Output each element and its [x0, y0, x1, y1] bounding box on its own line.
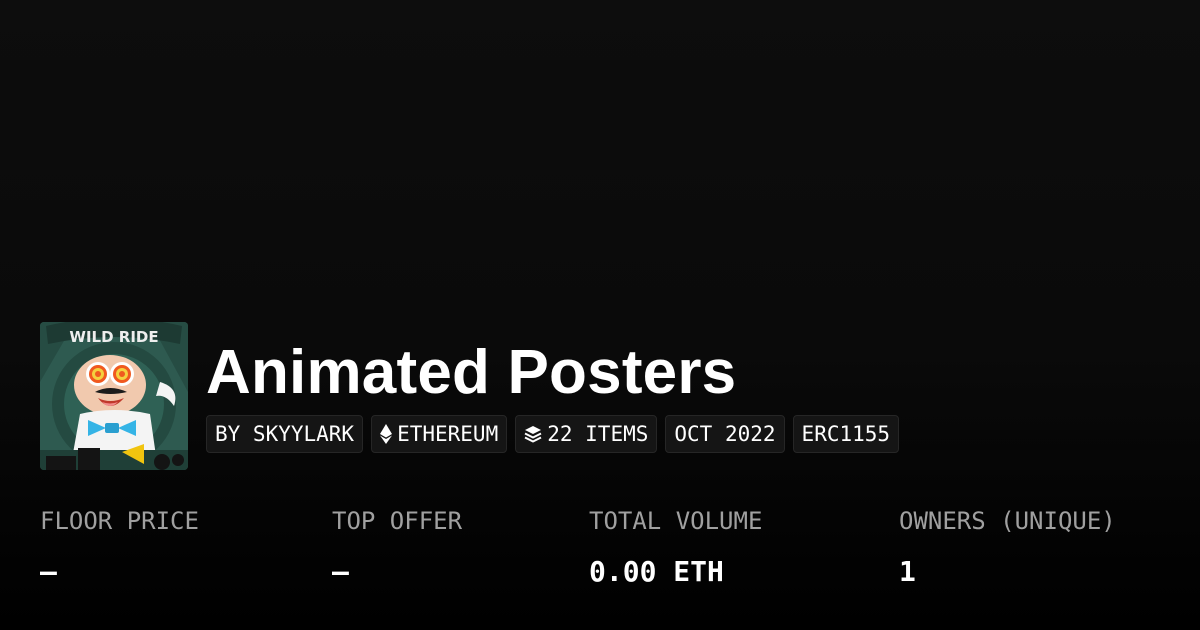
date-chip: OCT 2022 — [665, 415, 785, 453]
date-chip-label: OCT 2022 — [674, 422, 776, 446]
svg-text:WILD RIDE: WILD RIDE — [69, 328, 158, 346]
chain-chip: ETHEREUM — [371, 415, 508, 453]
top-offer-label: TOP OFFER — [332, 507, 463, 535]
standard-chip-label: ERC1155 — [801, 422, 891, 446]
floor-price-label: FLOOR PRICE — [40, 507, 199, 535]
page: { "collection": { "title": "Animated Pos… — [0, 0, 1200, 630]
creator-chip[interactable]: BY SKYYLARK — [206, 415, 364, 453]
title-column: Animated Posters BY SKYYLARK ETHEREUM 22… — [206, 322, 900, 470]
items-chip: 22 ITEMS — [515, 415, 658, 453]
total-volume-stat: TOTAL VOLUME 0.00 ETH — [589, 504, 762, 592]
collection-header: WILD RIDE Animated Posters BY SKYYLARK E… — [40, 322, 900, 470]
layers-icon — [524, 425, 542, 443]
standard-chip: ERC1155 — [792, 415, 900, 453]
floor-price-stat: FLOOR PRICE — — [40, 504, 199, 592]
top-offer-stat: TOP OFFER — — [332, 504, 462, 592]
owners-value: 1 — [899, 555, 916, 588]
top-offer-value: — — [332, 555, 349, 588]
collection-stats: FLOOR PRICE — TOP OFFER — TOTAL VOLUME 0… — [40, 504, 1190, 614]
collection-title: Animated Posters — [206, 338, 737, 407]
collection-chips: BY SKYYLARK ETHEREUM 22 ITEMS OCT 2022 E… — [206, 415, 900, 453]
items-chip-label: 22 ITEMS — [547, 422, 649, 446]
total-volume-label: TOTAL VOLUME — [589, 507, 763, 535]
poster-thumbnail-icon: WILD RIDE — [40, 322, 188, 470]
owners-stat: OWNERS (UNIQUE) 1 — [899, 504, 1116, 592]
creator-chip-label: BY SKYYLARK — [215, 422, 355, 446]
ethereum-icon — [380, 424, 393, 444]
owners-label: OWNERS (UNIQUE) — [899, 507, 1116, 535]
total-volume-value: 0.00 ETH — [589, 555, 724, 588]
floor-price-value: — — [40, 555, 57, 588]
chain-chip-label: ETHEREUM — [397, 422, 499, 446]
